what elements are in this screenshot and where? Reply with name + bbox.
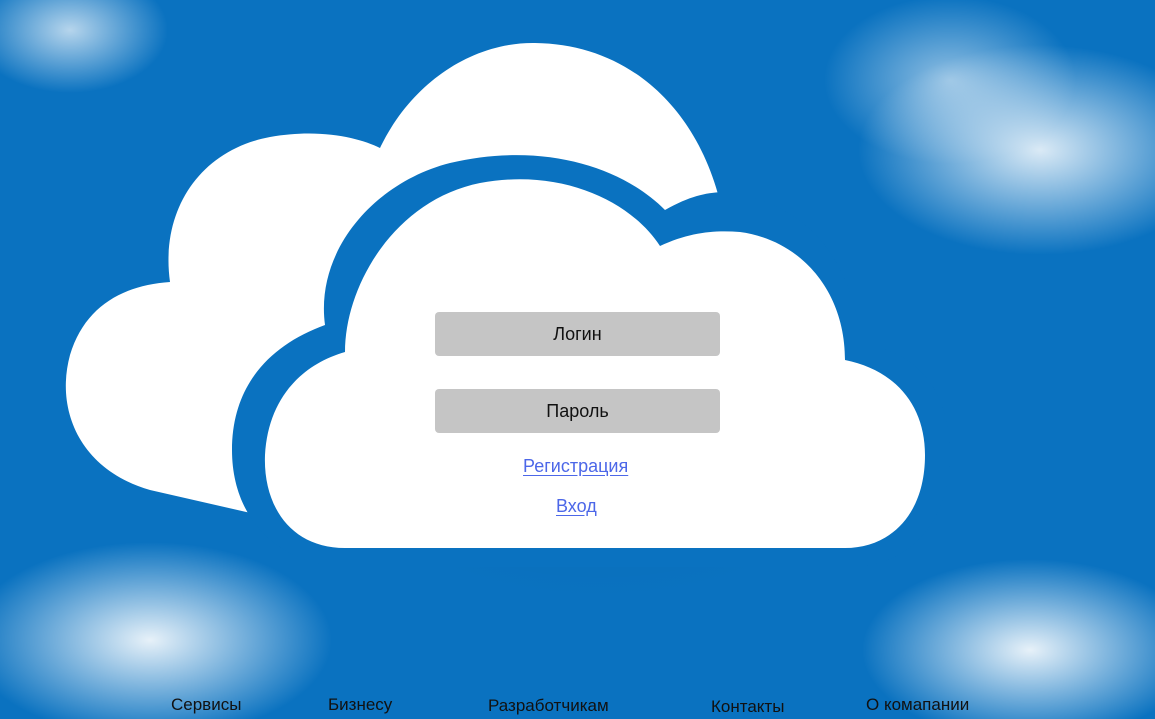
password-field[interactable]: Пароль — [435, 389, 720, 433]
cloud-logo — [0, 0, 1155, 719]
register-link[interactable]: Регистрация — [523, 456, 628, 477]
footer-link-business[interactable]: Бизнесу — [328, 695, 392, 715]
login-field-label: Логин — [553, 323, 602, 344]
footer-link-about[interactable]: О комапании — [866, 695, 969, 715]
footer-link-contacts[interactable]: Контакты — [711, 697, 784, 717]
footer-link-services[interactable]: Сервисы — [171, 695, 241, 715]
signin-link[interactable]: Вход — [556, 496, 597, 517]
footer-link-developers[interactable]: Разработчикам — [488, 696, 609, 716]
login-field[interactable]: Логин — [435, 312, 720, 356]
cloud-logo-svg — [65, 42, 950, 567]
password-field-label: Пароль — [546, 400, 609, 421]
